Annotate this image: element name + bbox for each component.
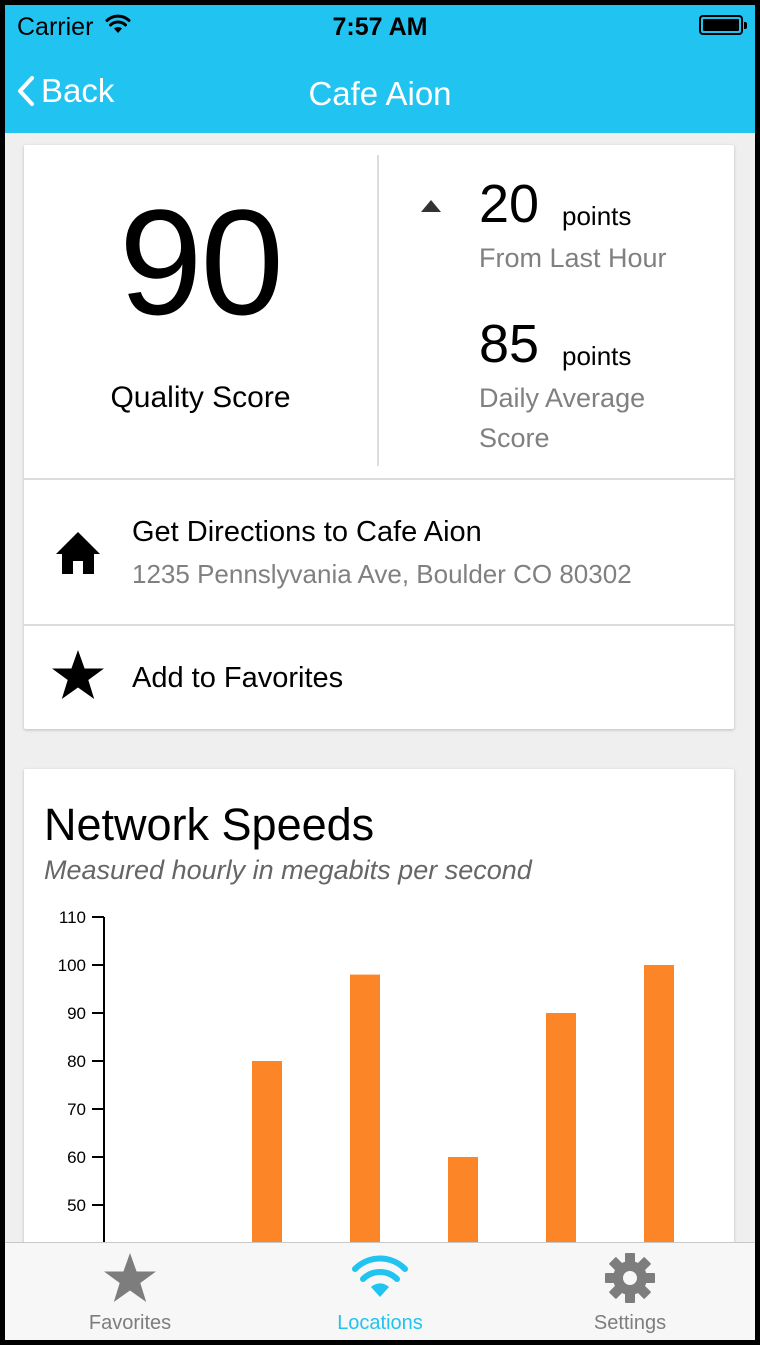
home-icon <box>56 532 100 574</box>
star-icon <box>52 650 104 699</box>
tab-locations-icon-wrap <box>255 1255 505 1304</box>
directions-address: 1235 Pennslyvania Ave, Boulder CO 80302 <box>132 559 632 589</box>
hourly-change-value: 20 <box>479 174 540 234</box>
star-icon <box>104 1253 156 1302</box>
tab-locations[interactable]: Locations <box>255 1243 505 1340</box>
network-speed-chart: 50 60 70 80 90 100 110 <box>58 908 674 1289</box>
hourly-change-description: From Last Hour <box>479 243 667 273</box>
status-time: 7:57 AM <box>332 13 428 41</box>
y-tick-label: 110 <box>59 908 86 927</box>
daily-average-unit: points <box>562 341 632 371</box>
tab-favorites-label: Favorites <box>88 1312 172 1334</box>
directions-title: Get Directions to Cafe Aion <box>132 516 482 548</box>
daily-average-value: 85 <box>479 314 540 374</box>
chart-bar <box>644 965 674 1289</box>
page-title: Cafe Aion <box>308 75 452 112</box>
status-bar: Carrier 7:57 AM <box>5 5 755 47</box>
screen: Carrier 7:57 AM Back Cafe Aion 90 Qualit… <box>5 5 755 1340</box>
score-section: 90 Quality Score 20 points From Last Hou… <box>24 145 734 478</box>
add-to-favorites-row[interactable]: Add to Favorites <box>24 624 734 731</box>
hourly-change-unit: points <box>562 201 632 231</box>
tab-favorites[interactable]: Favorites <box>5 1243 255 1340</box>
quality-score-label: Quality Score <box>24 381 436 415</box>
gear-icon <box>605 1253 655 1303</box>
tab-settings-icon-wrap <box>505 1251 755 1310</box>
y-tick-label: 90 <box>67 1004 86 1023</box>
quality-score-value: 90 <box>119 178 284 346</box>
tab-favorites-icon-wrap <box>5 1251 255 1312</box>
wifi-icon <box>352 1255 408 1297</box>
y-tick-label: 100 <box>58 956 86 975</box>
daily-average-description: Daily Average Score <box>479 383 646 453</box>
score-card: 90 Quality Score 20 points From Last Hou… <box>24 145 734 729</box>
tab-bar: Favorites Locations Settings <box>5 1242 755 1340</box>
y-tick-label: 50 <box>67 1196 86 1215</box>
tab-locations-label: Locations <box>337 1312 423 1334</box>
get-directions-row[interactable]: Get Directions to Cafe Aion 1235 Pennsly… <box>24 478 734 624</box>
y-tick-label: 70 <box>67 1100 86 1119</box>
nav-bar: Back Cafe Aion <box>5 47 755 133</box>
triangle-up-icon <box>421 200 441 212</box>
score-divider <box>377 155 379 466</box>
y-tick-label: 60 <box>67 1148 86 1167</box>
battery-icon <box>699 15 747 35</box>
tab-settings[interactable]: Settings <box>505 1243 755 1340</box>
network-speeds-card: Network Speeds Measured hourly in megabi… <box>24 769 734 1289</box>
tab-settings-label: Settings <box>593 1312 667 1334</box>
quality-score-label-text: Quality Score <box>110 381 291 414</box>
add-to-favorites-label: Add to Favorites <box>132 662 344 694</box>
y-tick-label: 80 <box>67 1052 86 1071</box>
